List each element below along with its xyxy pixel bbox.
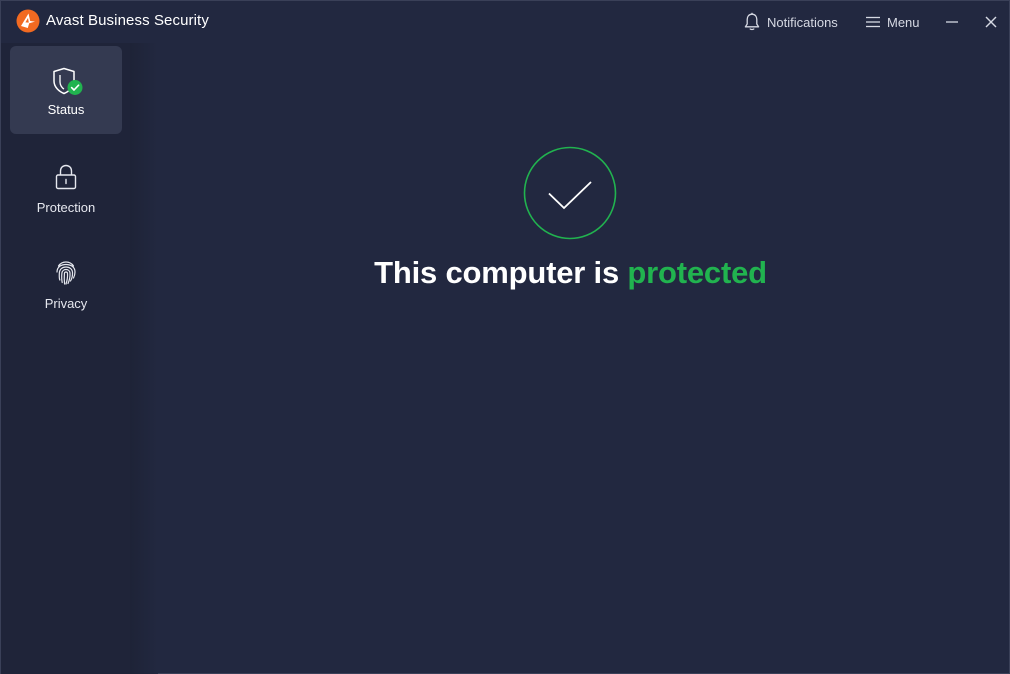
status-headline: This computer is protected — [158, 255, 983, 291]
hamburger-icon — [865, 15, 881, 29]
minimize-button[interactable] — [941, 1, 963, 43]
status-headline-status: protected — [627, 255, 767, 290]
menu-label: Menu — [887, 14, 920, 30]
fingerprint-icon — [51, 258, 81, 288]
notifications-label: Notifications — [767, 14, 838, 30]
sidebar-item-label: Privacy — [44, 296, 88, 311]
menu-button[interactable]: Menu — [865, 1, 920, 43]
lock-icon — [51, 162, 81, 192]
bell-icon — [743, 12, 761, 32]
sidebar: Status Protection Privacy — [1, 43, 130, 674]
checkmark-circle-icon — [523, 146, 617, 240]
sidebar-item-status[interactable]: Status — [10, 46, 122, 134]
status-headline-prefix: This computer is — [374, 255, 628, 290]
minimize-icon — [945, 15, 959, 29]
sidebar-item-protection[interactable]: Protection — [10, 142, 122, 230]
shield-check-icon — [51, 66, 83, 96]
sidebar-item-privacy[interactable]: Privacy — [10, 238, 122, 326]
avast-logo-icon — [16, 9, 40, 33]
notifications-button[interactable]: Notifications — [743, 1, 838, 43]
main-content: This computer is protected — [158, 43, 1009, 674]
title-bar: Avast Business Security Notifications Me… — [1, 1, 1009, 43]
close-button[interactable] — [980, 1, 1002, 43]
sidebar-item-label: Protection — [36, 200, 96, 215]
close-icon — [984, 15, 998, 29]
app-title: Avast Business Security — [46, 12, 209, 29]
sidebar-shadow — [130, 43, 158, 674]
sidebar-item-label: Status — [47, 102, 85, 117]
